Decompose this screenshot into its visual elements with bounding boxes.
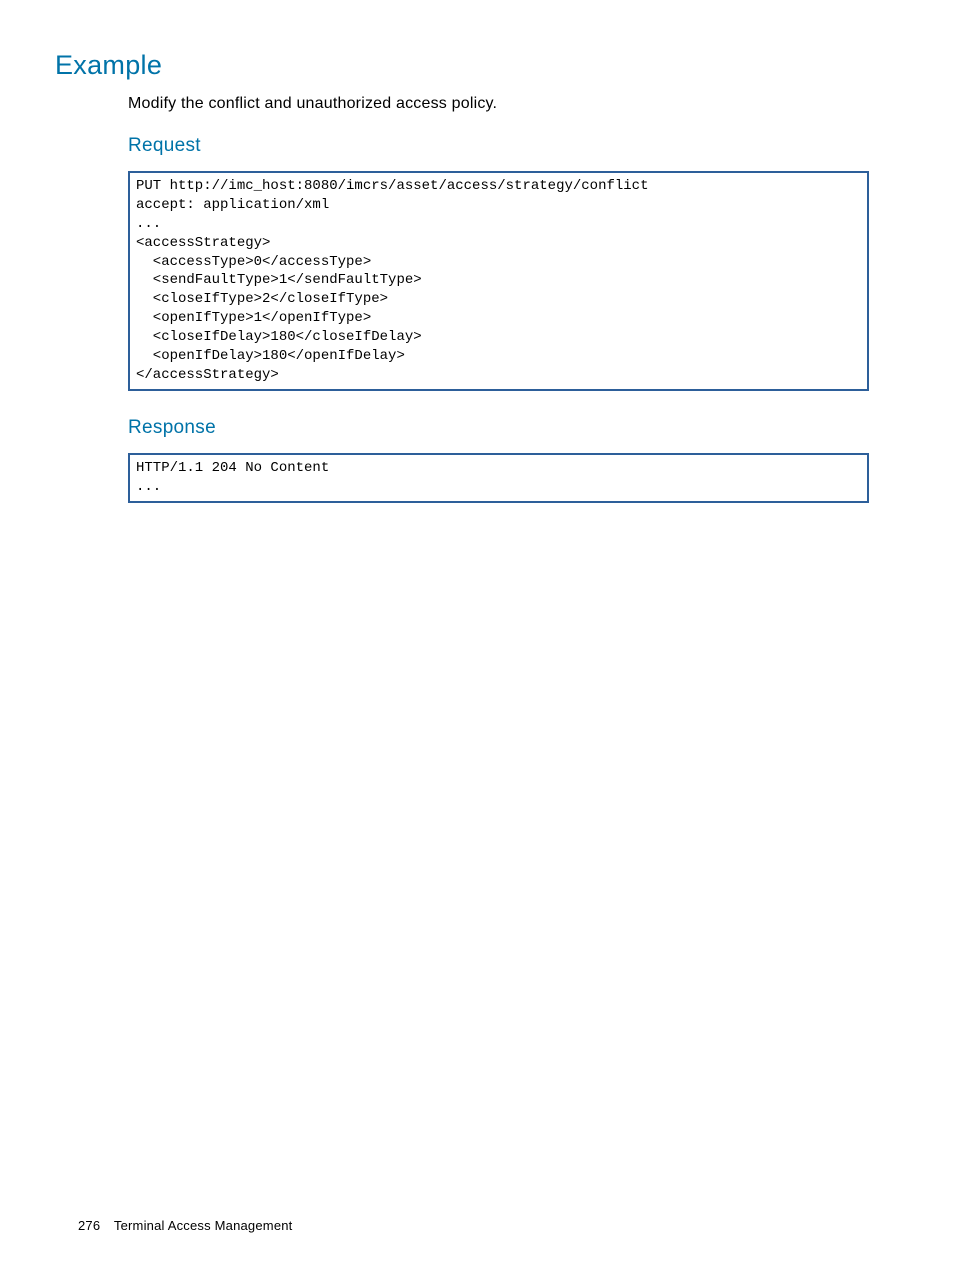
heading-request: Request	[128, 135, 869, 157]
heading-response: Response	[128, 417, 869, 439]
code-block-request: PUT http://imc_host:8080/imcrs/asset/acc…	[128, 171, 869, 391]
page-number: 276	[78, 1218, 100, 1233]
heading-example: Example	[55, 50, 869, 81]
intro-text: Modify the conflict and unauthorized acc…	[128, 95, 869, 113]
footer-section: Terminal Access Management	[114, 1218, 293, 1233]
page-footer: 276 Terminal Access Management	[78, 1218, 293, 1233]
code-block-response: HTTP/1.1 204 No Content ...	[128, 453, 869, 503]
